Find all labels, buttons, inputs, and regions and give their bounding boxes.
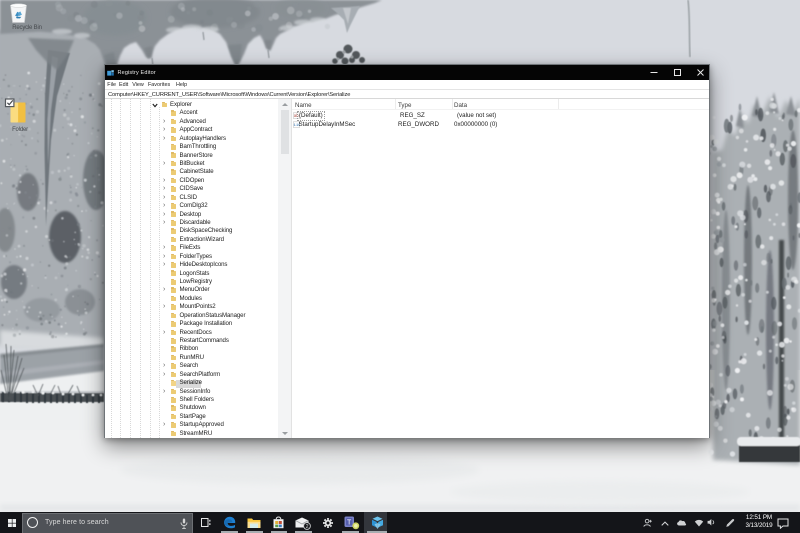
svg-text:T: T — [347, 519, 352, 526]
svg-text:2: 2 — [306, 524, 309, 530]
